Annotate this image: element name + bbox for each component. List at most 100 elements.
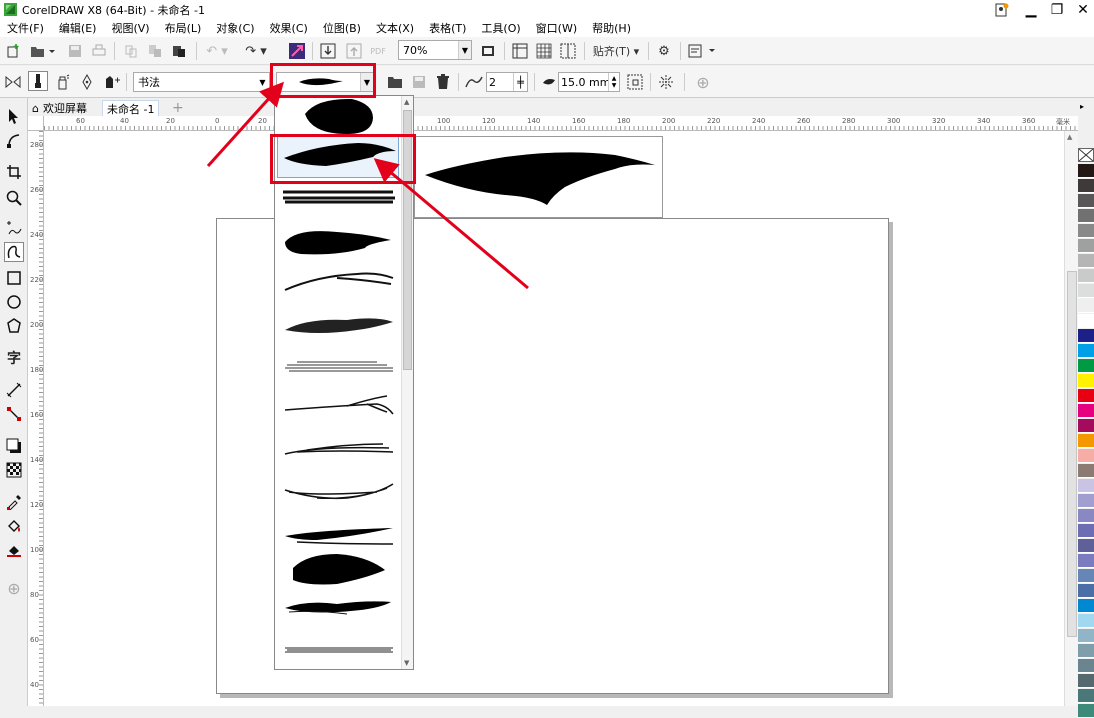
save-artistic-stroke-icon[interactable] <box>410 72 428 92</box>
gear-icon[interactable]: ⚙ <box>654 41 674 61</box>
scale-with-object-icon[interactable] <box>626 72 644 92</box>
color-swatch[interactable] <box>1078 329 1094 343</box>
ellipse-tool-icon[interactable] <box>4 292 24 312</box>
tab-document[interactable]: 未命名 -1 <box>102 100 160 116</box>
color-swatch[interactable] <box>1078 239 1094 253</box>
brush-stroke-option-5[interactable] <box>277 264 399 306</box>
account-icon[interactable] <box>992 0 1012 19</box>
restore-button[interactable]: ❐ <box>1046 0 1068 19</box>
add-tab-icon[interactable]: + <box>168 100 188 116</box>
brush-stroke-option-6[interactable] <box>277 306 399 348</box>
color-swatch[interactable] <box>1078 269 1094 283</box>
vertical-ruler[interactable]: 280 260 240 220 200 180 160 140 120 100 … <box>28 131 44 706</box>
show-guidelines-icon[interactable] <box>558 41 578 61</box>
delete-icon[interactable] <box>434 72 452 92</box>
menu-window[interactable]: 窗口(W) <box>536 20 577 36</box>
color-swatch[interactable] <box>1078 494 1094 508</box>
color-swatch[interactable] <box>1078 689 1094 703</box>
brush-stroke-option-14[interactable] <box>277 630 399 672</box>
save-icon[interactable] <box>66 41 84 61</box>
brush-stroke-option-7[interactable] <box>277 348 399 390</box>
calligraphic-mode-icon[interactable] <box>78 72 96 92</box>
export-icon[interactable] <box>344 41 364 61</box>
no-color-swatch[interactable] <box>1078 148 1094 162</box>
color-swatch[interactable] <box>1078 599 1094 613</box>
menu-file[interactable]: 文件(F) <box>7 20 44 36</box>
color-swatch[interactable] <box>1078 194 1094 208</box>
minimize-button[interactable]: ▁ <box>1020 0 1042 19</box>
color-swatch[interactable] <box>1078 539 1094 553</box>
drop-shadow-tool-icon[interactable] <box>4 436 24 456</box>
smoothing-input[interactable]: 2 ╪ <box>486 72 528 92</box>
ruler-origin[interactable] <box>28 116 44 131</box>
crop-tool-icon[interactable] <box>4 162 24 182</box>
menu-effects[interactable]: 效果(C) <box>270 20 308 36</box>
spinner-icon[interactable]: ▲ ▼ <box>608 73 619 91</box>
polygon-tool-icon[interactable] <box>4 316 24 336</box>
scroll-down-arrow-icon[interactable]: ▼ <box>404 659 409 667</box>
snap-to-dropdown[interactable]: 贴齐(T) ▾ <box>590 41 642 61</box>
color-swatch[interactable] <box>1078 659 1094 673</box>
undo-icon[interactable]: ↶ ▾ <box>202 41 232 61</box>
brush-stroke-option-13[interactable] <box>277 590 399 632</box>
palette-scroll-up-icon[interactable]: ▸ <box>1080 102 1084 111</box>
add-icon[interactable]: ⊕ <box>692 72 714 92</box>
menu-layout[interactable]: 布局(L) <box>165 20 202 36</box>
stroke-width-input[interactable]: 15.0 mm ▲ ▼ <box>558 72 620 92</box>
color-swatch[interactable] <box>1078 404 1094 418</box>
application-launcher-icon[interactable] <box>686 41 720 61</box>
shape-tool-icon[interactable] <box>4 130 24 150</box>
pick-tool-icon[interactable] <box>4 106 24 126</box>
browse-folder-icon[interactable] <box>386 72 404 92</box>
color-swatch[interactable] <box>1078 614 1094 628</box>
menu-table[interactable]: 表格(T) <box>429 20 466 36</box>
show-rulers-icon[interactable] <box>510 41 530 61</box>
color-swatch[interactable] <box>1078 209 1094 223</box>
open-icon[interactable] <box>28 41 58 61</box>
menu-view[interactable]: 视图(V) <box>111 20 149 36</box>
canvas-scroll-thumb[interactable] <box>1067 271 1077 637</box>
color-swatch[interactable] <box>1078 434 1094 448</box>
expression-mode-icon[interactable] <box>102 72 122 92</box>
color-swatch[interactable] <box>1078 509 1094 523</box>
color-swatch[interactable] <box>1078 674 1094 688</box>
menu-object[interactable]: 对象(C) <box>216 20 254 36</box>
color-swatch[interactable] <box>1078 569 1094 583</box>
eyedropper-tool-icon[interactable] <box>4 492 24 512</box>
zoom-level-select[interactable]: 70% ▼ <box>398 40 472 60</box>
color-swatch[interactable] <box>1078 374 1094 388</box>
rectangle-tool-icon[interactable] <box>4 268 24 288</box>
publish-pdf-icon[interactable]: PDF <box>368 41 388 61</box>
canvas-vertical-scrollbar[interactable]: ▲ <box>1064 131 1078 706</box>
color-swatch[interactable] <box>1078 479 1094 493</box>
color-swatch[interactable] <box>1078 584 1094 598</box>
interactive-fill-tool-icon[interactable] <box>4 516 24 536</box>
menu-tools[interactable]: 工具(O) <box>481 20 520 36</box>
color-swatch[interactable] <box>1078 299 1094 313</box>
close-button[interactable]: ✕ <box>1072 0 1094 19</box>
smart-fill-tool-icon[interactable] <box>4 540 24 560</box>
color-swatch[interactable] <box>1078 314 1094 328</box>
brush-stroke-option-9[interactable] <box>277 432 399 474</box>
menu-text[interactable]: 文本(X) <box>376 20 414 36</box>
scroll-up-arrow-icon[interactable]: ▲ <box>1067 133 1072 141</box>
color-swatch[interactable] <box>1078 629 1094 643</box>
show-grid-icon[interactable] <box>534 41 554 61</box>
brush-stroke-option-10[interactable] <box>277 474 399 516</box>
import-icon[interactable] <box>318 41 338 61</box>
connector-tool-icon[interactable] <box>4 404 24 424</box>
sprayer-mode-icon[interactable] <box>54 72 72 92</box>
color-swatch[interactable] <box>1078 704 1094 718</box>
color-swatch[interactable] <box>1078 389 1094 403</box>
color-swatch[interactable] <box>1078 224 1094 238</box>
chevron-down-icon[interactable]: ▼ <box>458 41 471 59</box>
brush-stroke-option-1[interactable] <box>277 96 399 138</box>
add-tool-icon[interactable]: ⊕ <box>4 578 24 598</box>
brush-mode-icon[interactable] <box>28 71 48 91</box>
stroke-width-icon[interactable] <box>540 72 558 92</box>
full-screen-preview-icon[interactable] <box>478 41 498 61</box>
chevron-down-icon[interactable]: ▼ <box>256 73 269 91</box>
cut-icon[interactable] <box>122 41 140 61</box>
color-swatch[interactable] <box>1078 464 1094 478</box>
print-icon[interactable] <box>90 41 108 61</box>
